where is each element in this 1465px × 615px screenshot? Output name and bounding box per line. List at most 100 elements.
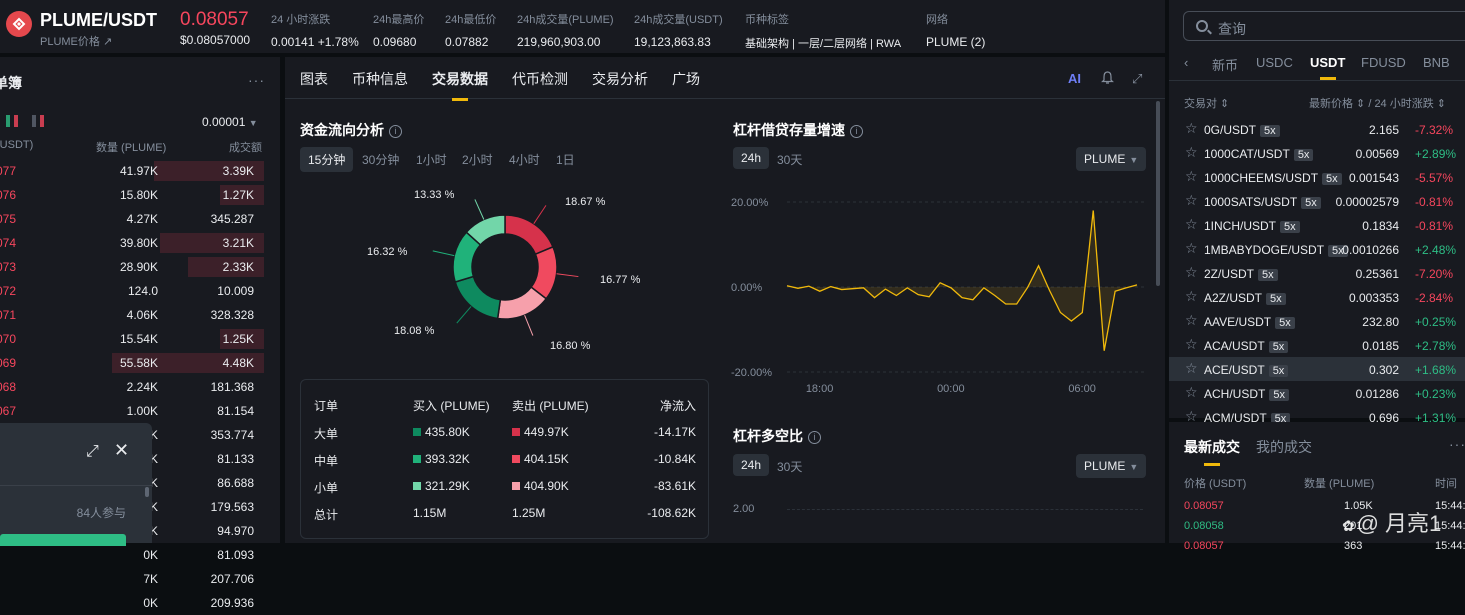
interval-15m[interactable]: 15分钟 [300, 147, 354, 172]
orderbook-row[interactable]: 069 55.58K 4.48K [0, 351, 270, 375]
orderbook-row[interactable]: 077 41.97K 3.39K [0, 159, 270, 183]
orderbook-row[interactable]: 067 1.00K 81.154 [0, 399, 270, 423]
tab-my-trades[interactable]: 我的成交 [1256, 437, 1312, 457]
tab-trading-data[interactable]: 交易数据 [432, 69, 488, 101]
orderbook-row[interactable]: 074 39.80K 3.21K [0, 231, 270, 255]
orderbook-view-toggles[interactable] [6, 115, 44, 127]
leverage-range-24h[interactable]: 24h [733, 147, 770, 169]
close-icon[interactable]: ✕ [114, 440, 129, 461]
market-row[interactable]: ☆ 1000CHEEMS/USDT 5x 0.001543 -5.57% [1169, 165, 1465, 189]
orderbook-row[interactable]: 7K 207.706 [0, 567, 270, 591]
star-icon[interactable]: ☆ [1185, 312, 1198, 329]
precision-select[interactable]: 0.00001 ▼ [202, 115, 258, 129]
orderbook-row[interactable]: 068 2.24K 181.368 [0, 375, 270, 399]
stat-tags[interactable]: 币种标签 基础架构 | 一层/二层网络 | RWA [745, 11, 901, 51]
market-tab-usdc[interactable]: USDC [1256, 55, 1293, 70]
info-icon[interactable]: i [850, 125, 863, 138]
view-asks-icon[interactable] [32, 115, 44, 127]
orderbook-row[interactable]: 0K 81.093 [0, 543, 270, 567]
more-icon[interactable]: ··· [248, 72, 265, 88]
tab-token-check[interactable]: 代币检测 [512, 69, 568, 89]
stat-24h-high: 24h最高价 0.09680 [373, 14, 425, 49]
longshort-gridline [787, 509, 1143, 510]
ask-price: 067 [0, 404, 17, 418]
chevron-left-icon[interactable]: ‹ [1184, 55, 1188, 70]
symbol-name[interactable]: PLUME/USDT [40, 10, 157, 31]
market-row[interactable]: ☆ ACE/USDT 5x 0.302 +1.68% [1169, 357, 1465, 381]
orderbook-row[interactable]: 073 28.90K 2.33K [0, 255, 270, 279]
slice-sell-large[interactable] [504, 214, 554, 256]
star-icon[interactable]: ☆ [1185, 216, 1198, 233]
info-icon[interactable]: i [808, 431, 821, 444]
tab-coin-info[interactable]: 币种信息 [352, 69, 408, 89]
tab-chart[interactable]: 图表 [300, 69, 328, 89]
info-icon[interactable]: i [389, 125, 402, 138]
market-row[interactable]: ☆ 0G/USDT 5x 2.165 -7.32% [1169, 117, 1465, 141]
donut-label-buy-large: 18.08 % [394, 325, 435, 337]
sell-swatch [512, 482, 520, 490]
symbol-price-link[interactable]: PLUME价格 ↗ [40, 33, 112, 49]
star-icon[interactable]: ☆ [1185, 264, 1198, 281]
market-row[interactable]: ☆ AAVE/USDT 5x 232.80 +0.25% [1169, 309, 1465, 333]
market-col-price[interactable]: 最新价格 ⇕ / 24 小时涨跌 ⇕ [1309, 95, 1446, 111]
star-icon[interactable]: ☆ [1185, 288, 1198, 305]
market-row[interactable]: ☆ ACA/USDT 5x 0.0185 +2.78% [1169, 333, 1465, 357]
expand-icon[interactable]: ⤢ [86, 443, 99, 461]
market-tab-bnb[interactable]: BNB [1423, 55, 1450, 70]
orderbook-row[interactable]: 075 4.27K 345.287 [0, 207, 270, 231]
market-row[interactable]: ☆ 1000SATS/USDT 5x 0.00002579 -0.81% [1169, 189, 1465, 213]
interval-4h[interactable]: 4小时 [501, 147, 548, 172]
orderbook-row[interactable]: 0K 209.936 [0, 591, 270, 615]
search-input[interactable]: 查询 [1183, 11, 1465, 41]
leverage-range-30d[interactable]: 30天 [769, 147, 810, 172]
longshort-range-30d[interactable]: 30天 [769, 454, 810, 479]
interval-2h[interactable]: 2小时 [454, 147, 501, 172]
popup-scrollbar[interactable] [145, 487, 149, 497]
more-icon[interactable]: ··· [1449, 436, 1465, 452]
slice-buy-large[interactable] [454, 275, 502, 320]
ask-qty: 15.54K [119, 332, 158, 346]
market-row[interactable]: ☆ 2Z/USDT 5x 0.25361 -7.20% [1169, 261, 1465, 285]
star-icon[interactable]: ☆ [1185, 360, 1198, 377]
market-row[interactable]: ☆ A2Z/USDT 5x 0.003353 -2.84% [1169, 285, 1465, 309]
mid-scrollbar[interactable] [1156, 101, 1160, 286]
interval-1d[interactable]: 1日 [548, 147, 583, 172]
ask-qty: 0K [143, 596, 158, 610]
popup-action-button[interactable] [0, 534, 126, 546]
market-col-pair[interactable]: 交易对 ⇕ [1184, 95, 1229, 111]
market-tab-new[interactable]: 新币 [1212, 55, 1238, 74]
tab-square[interactable]: 广场 [672, 69, 700, 89]
interval-1h[interactable]: 1小时 [408, 147, 455, 172]
view-both-icon[interactable] [6, 115, 18, 127]
star-icon[interactable]: ☆ [1185, 384, 1198, 401]
leverage-badge: 5x [1280, 221, 1300, 233]
ask-qty: 4.27K [126, 212, 158, 226]
star-icon[interactable]: ☆ [1185, 144, 1198, 161]
market-row[interactable]: ☆ ACH/USDT 5x 0.01286 +0.23% [1169, 381, 1465, 405]
ai-icon[interactable]: AI [1068, 71, 1081, 86]
leverage-coin-select[interactable]: PLUME ▼ [1076, 147, 1147, 171]
star-icon[interactable]: ☆ [1185, 336, 1198, 353]
longshort-coin-select[interactable]: PLUME ▼ [1076, 454, 1147, 478]
star-icon[interactable]: ☆ [1185, 240, 1198, 257]
flow-sell: 404.90K [512, 479, 569, 493]
orderbook-row[interactable]: 072 124.0 10.009 [0, 279, 270, 303]
market-tab-usdt[interactable]: USDT [1310, 55, 1345, 80]
stat-network[interactable]: 网络 PLUME (2) [926, 11, 985, 49]
tab-trade-analysis[interactable]: 交易分析 [592, 69, 648, 89]
market-row[interactable]: ☆ 1INCH/USDT 5x 0.1834 -0.81% [1169, 213, 1465, 237]
orderbook-row[interactable]: 076 15.80K 1.27K [0, 183, 270, 207]
bell-icon[interactable] [1101, 71, 1114, 88]
orderbook-row[interactable]: 071 4.06K 328.328 [0, 303, 270, 327]
fullscreen-icon[interactable]: ⤢ [1132, 71, 1142, 87]
interval-30m[interactable]: 30分钟 [354, 147, 407, 172]
market-row[interactable]: ☆ 1MBABYDOGE/USDT 5x 0.0010266 +2.48% [1169, 237, 1465, 261]
market-row[interactable]: ☆ 1000CAT/USDT 5x 0.00569 +2.89% [1169, 141, 1465, 165]
tab-recent-trades[interactable]: 最新成交 [1184, 437, 1240, 466]
star-icon[interactable]: ☆ [1185, 120, 1198, 137]
star-icon[interactable]: ☆ [1185, 168, 1198, 185]
market-tab-fdusd[interactable]: FDUSD [1361, 55, 1406, 70]
orderbook-row[interactable]: 070 15.54K 1.25K [0, 327, 270, 351]
star-icon[interactable]: ☆ [1185, 192, 1198, 209]
longshort-range-24h[interactable]: 24h [733, 454, 770, 476]
